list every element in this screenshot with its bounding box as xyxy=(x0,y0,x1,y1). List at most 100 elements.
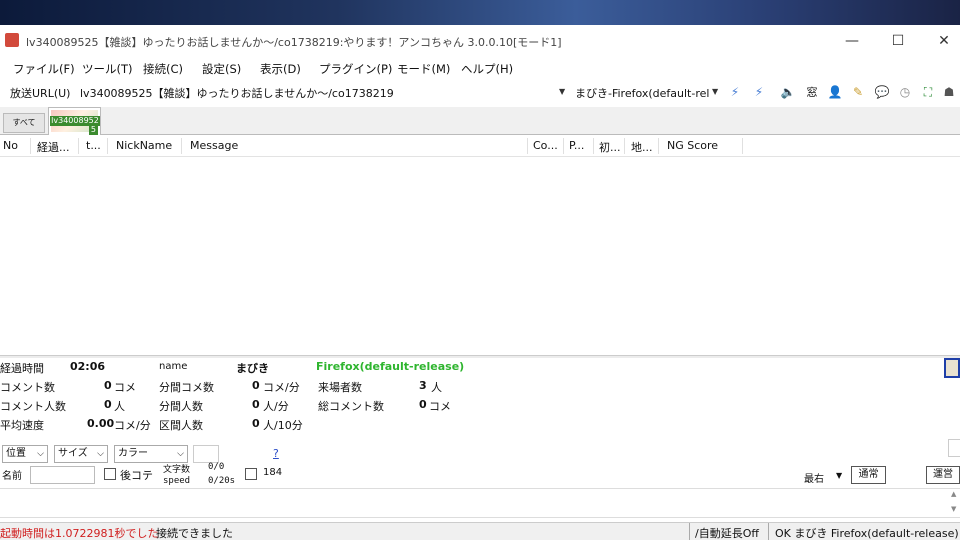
char-count-label: 文字数 xyxy=(163,465,191,475)
col-ng-score[interactable]: NG Score xyxy=(667,139,718,152)
anonymous-184-label: 184 xyxy=(263,467,283,478)
comment-count-unit: コメ xyxy=(114,381,136,394)
section-people-unit: 人/10分 xyxy=(263,419,303,432)
maximize-button[interactable]: ☐ xyxy=(875,25,921,57)
per-min-people-label: 分間人数 xyxy=(159,400,203,413)
chat-icon[interactable]: 💬 xyxy=(873,84,891,100)
startup-time-text: 起動時間は1.0722981秒でした xyxy=(0,527,159,540)
tab-row: すべて lv34008952 5 xyxy=(0,107,960,135)
name-input[interactable] xyxy=(30,466,95,484)
connection-status-text: 接続できました xyxy=(156,527,233,540)
char-count-value: 0/0 xyxy=(208,462,225,472)
commenters-unit: 人 xyxy=(114,400,125,413)
normal-button[interactable]: 通常 xyxy=(851,466,886,484)
tab-all[interactable]: すべて xyxy=(3,113,45,133)
name-value: まびき xyxy=(236,362,269,375)
position-right-dropdown-icon[interactable]: ▼ xyxy=(836,471,842,480)
menu-help[interactable]: ヘルプ(H) xyxy=(461,61,513,77)
stats-panel: 経過時間 02:06 name まびき Firefox(default-rele… xyxy=(0,358,960,433)
note-icon[interactable]: ✎ xyxy=(849,84,867,100)
avg-speed-label: 平均速度 xyxy=(0,419,44,432)
scroll-up-icon[interactable]: ▲ xyxy=(951,490,956,498)
col-first[interactable]: 初... xyxy=(599,139,621,155)
commenters-value: 0 xyxy=(104,398,112,411)
col-elapsed[interactable]: 経過... xyxy=(37,139,70,155)
col-co[interactable]: Co... xyxy=(533,139,558,152)
avg-speed-value: 0.00 xyxy=(87,417,115,430)
kotehan-checkbox[interactable] xyxy=(104,468,116,480)
bot-icon[interactable]: ☗ xyxy=(940,84,958,100)
color-swatch[interactable] xyxy=(193,445,219,463)
total-comments-label: 総コメント数 xyxy=(318,400,384,413)
app-icon xyxy=(5,33,19,47)
close-button[interactable]: ✕ xyxy=(921,25,960,57)
section-people-label: 区間人数 xyxy=(159,419,203,432)
per-min-people-value: 0 xyxy=(252,398,260,411)
speed-value: 0/20s xyxy=(208,476,236,486)
elapsed-value: 02:06 xyxy=(70,360,106,373)
live-count-badge: 5 xyxy=(88,125,98,135)
browser-dropdown-icon[interactable]: ▼ xyxy=(712,87,718,96)
url-bar: 放送URL(U) lv340089525【雑談】ゆったりお話しませんか〜/co1… xyxy=(0,80,960,104)
col-no[interactable]: No xyxy=(3,139,18,152)
scroll-down-icon[interactable]: ▼ xyxy=(951,505,956,513)
side-button[interactable] xyxy=(948,439,960,457)
avg-speed-unit: コメ/分 xyxy=(114,419,151,432)
per-min-people-unit: 人/分 xyxy=(263,400,289,413)
col-region[interactable]: 地... xyxy=(631,139,653,155)
title-bar: lv340089525【雑談】ゆったりお話しませんか〜/co1738219:やり… xyxy=(0,25,960,57)
col-nickname[interactable]: NickName xyxy=(116,139,172,152)
connect-icon[interactable]: ⚡ xyxy=(726,84,744,100)
per-min-comments-unit: コメ/分 xyxy=(263,381,300,394)
url-input[interactable]: lv340089525【雑談】ゆったりお話しませんか〜/co1738219 xyxy=(80,85,394,101)
speaker-icon[interactable]: 🔈 xyxy=(779,84,797,100)
per-min-comments-label: 分間コメ数 xyxy=(159,381,214,394)
visitors-value: 3 xyxy=(419,379,427,392)
ok-status-text: OK まびき Firefox(default-release) xyxy=(775,527,959,540)
auto-extend-text[interactable]: /自動延長Off xyxy=(695,525,759,540)
commenters-label: コメント人数 xyxy=(0,400,66,413)
admin-button[interactable]: 運営 xyxy=(926,466,960,484)
name-field-label: 名前 xyxy=(2,471,22,482)
visitors-label: 来場者数 xyxy=(318,381,362,394)
menu-connect[interactable]: 接続(C) xyxy=(143,61,183,77)
comment-count-value: 0 xyxy=(104,379,112,392)
visitors-unit: 人 xyxy=(431,381,442,394)
preview-icon[interactable] xyxy=(944,358,960,378)
comment-list[interactable] xyxy=(0,157,960,355)
menu-bar: ファイル(F) ツール(T) 接続(C) 設定(S) 表示(D) プラグイン(P… xyxy=(0,57,960,79)
kotehan-label: 後コテ xyxy=(120,469,153,482)
menu-view[interactable]: 表示(D) xyxy=(260,61,301,77)
help-link[interactable]: ? xyxy=(273,447,279,460)
minimize-button[interactable]: — xyxy=(829,25,875,57)
col-t[interactable]: t... xyxy=(86,139,101,152)
total-comments-value: 0 xyxy=(419,398,427,411)
fullscreen-icon[interactable]: ⛶ xyxy=(919,84,937,100)
browser-select[interactable]: まびき-Firefox(default-rel xyxy=(575,85,709,101)
menu-mode[interactable]: モード(M) xyxy=(397,61,450,77)
status-bar: 起動時間は1.0722981秒でした 接続できました /自動延長Off OK ま… xyxy=(0,522,960,540)
size-select[interactable]: サイズ ⌵ xyxy=(54,445,108,463)
menu-settings[interactable]: 設定(S) xyxy=(202,61,241,77)
menu-plugins[interactable]: プラグイン(P) xyxy=(319,61,392,77)
url-label: 放送URL(U) xyxy=(10,87,71,100)
tab-live[interactable]: lv34008952 5 xyxy=(48,107,101,135)
anonymous-184-checkbox[interactable] xyxy=(245,468,257,480)
comment-input[interactable] xyxy=(0,488,960,518)
section-people-value: 0 xyxy=(252,417,260,430)
timer-icon[interactable]: ◷ xyxy=(896,84,914,100)
elapsed-label: 経過時間 xyxy=(0,362,44,375)
position-right-select[interactable]: 最右 xyxy=(804,470,824,485)
url-dropdown-icon[interactable]: ▼ xyxy=(559,87,565,96)
position-select[interactable]: 位置 ⌵ xyxy=(2,445,48,463)
col-p[interactable]: P... xyxy=(569,139,584,152)
name-label: name xyxy=(159,361,188,372)
window-icon[interactable]: 窓 xyxy=(803,84,821,100)
col-message[interactable]: Message xyxy=(190,139,238,152)
menu-tools[interactable]: ツール(T) xyxy=(82,61,133,77)
user-icon[interactable]: 👤 xyxy=(826,84,844,100)
color-select[interactable]: カラー ⌵ xyxy=(114,445,188,463)
per-min-comments-value: 0 xyxy=(252,379,260,392)
menu-file[interactable]: ファイル(F) xyxy=(13,61,75,77)
disconnect-icon[interactable]: ⚡ xyxy=(750,84,768,100)
